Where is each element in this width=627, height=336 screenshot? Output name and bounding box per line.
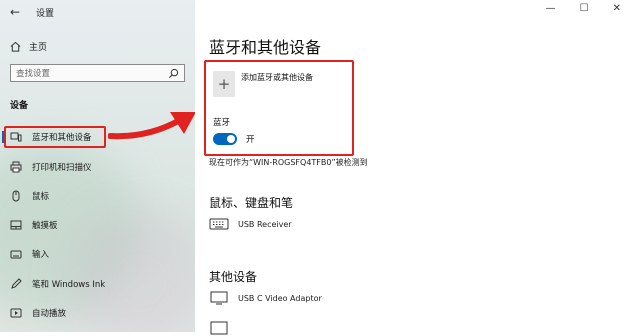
plus-icon: +: [217, 75, 231, 93]
discoverable-text: 现在可作为“WIN-ROGSFQ4TFB0”被检测到: [209, 158, 368, 167]
home-label: 主页: [29, 42, 48, 53]
bluetooth-label: 蓝牙: [213, 118, 231, 128]
sidebar-item-label: 输入: [32, 250, 50, 260]
bluetooth-state: 开: [246, 135, 255, 145]
window-controls: — ☐ ✕: [546, 3, 621, 14]
mouse-keyboard-pen-heading: 鼠标、键盘和笔: [209, 196, 294, 210]
sidebar-item-autoplay[interactable]: 自动播放: [10, 305, 66, 321]
device-name: USB Receiver: [238, 219, 292, 229]
device-name: USB C Video Adaptor: [238, 293, 322, 303]
add-device-button[interactable]: +: [213, 71, 235, 97]
add-device-label[interactable]: 添加蓝牙或其他设备: [241, 72, 313, 83]
back-button[interactable]: ←: [10, 5, 20, 19]
device-item[interactable]: USB C Video Adaptor: [209, 290, 322, 306]
mouse-icon: [10, 190, 22, 202]
section-label: 设备: [10, 101, 29, 111]
bluetooth-toggle[interactable]: [213, 133, 237, 145]
annotation-arrow: [108, 112, 196, 140]
sidebar-item-home[interactable]: 主页: [10, 38, 47, 54]
sidebar-item-pen[interactable]: 笔和 Windows Ink: [10, 276, 105, 292]
touchpad-icon: [10, 219, 22, 231]
sidebar-item-label: 笔和 Windows Ink: [32, 280, 106, 290]
settings-window: ← 设置 主页 查找设置 设备 蓝牙和其他设备 打印机和扫描仪 鼠标 触摸板 输…: [0, 0, 627, 335]
monitor-icon: [210, 291, 228, 305]
sidebar-item-typing[interactable]: 输入: [10, 246, 49, 262]
search-placeholder: 查找设置: [16, 69, 51, 79]
device-item-partial: [209, 320, 238, 336]
page-title: 蓝牙和其他设备: [209, 38, 322, 57]
bluetooth-devices-icon: [10, 131, 22, 143]
sidebar: ← 设置 主页 查找设置 设备 蓝牙和其他设备 打印机和扫描仪 鼠标 触摸板 输…: [0, 0, 195, 332]
sidebar-item-touchpad[interactable]: 触摸板: [10, 217, 58, 233]
home-icon: [10, 41, 21, 52]
keyboard-icon: [209, 218, 229, 230]
search-icon: [168, 68, 179, 79]
sidebar-item-label: 自动播放: [32, 309, 67, 319]
sidebar-item-label: 蓝牙和其他设备: [32, 133, 92, 143]
sidebar-item-label: 触摸板: [32, 221, 58, 231]
close-button[interactable]: ✕: [613, 3, 621, 14]
maximize-button[interactable]: ☐: [580, 3, 589, 14]
sidebar-item-label: 打印机和扫描仪: [32, 163, 92, 173]
sidebar-item-mouse[interactable]: 鼠标: [10, 188, 49, 204]
keyboard-icon: [10, 248, 22, 260]
sidebar-item-label: 鼠标: [32, 192, 50, 202]
search-input[interactable]: 查找设置: [10, 64, 185, 82]
minimize-button[interactable]: —: [546, 3, 556, 14]
device-icon: [210, 321, 228, 335]
sidebar-item-bluetooth[interactable]: 蓝牙和其他设备: [10, 129, 92, 145]
main-panel: — ☐ ✕ 蓝牙和其他设备 + 添加蓝牙或其他设备 蓝牙 开 现在可作为“WIN…: [195, 0, 627, 335]
pen-icon: [10, 278, 22, 290]
autoplay-icon: [10, 307, 22, 319]
sidebar-item-printers[interactable]: 打印机和扫描仪: [10, 159, 92, 175]
printer-icon: [10, 161, 22, 173]
app-title: 设置: [36, 9, 55, 19]
other-devices-heading: 其他设备: [209, 270, 258, 284]
device-item[interactable]: USB Receiver: [209, 216, 292, 232]
